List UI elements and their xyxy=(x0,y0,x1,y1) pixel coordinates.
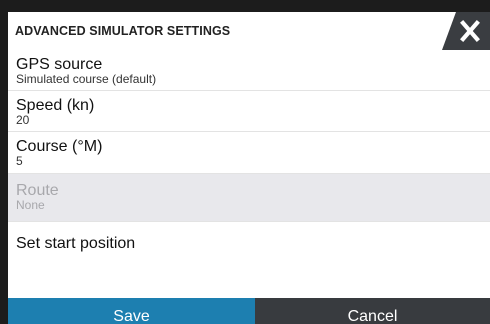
setting-label: Speed (kn) xyxy=(16,97,95,114)
setting-value: 20 xyxy=(16,113,30,127)
dialog-header: ADVANCED SIMULATOR SETTINGS xyxy=(8,12,490,50)
setting-value: 5 xyxy=(16,154,23,168)
close-button[interactable] xyxy=(442,12,490,50)
setting-value: None xyxy=(16,198,45,212)
setting-label: Course (°M) xyxy=(16,138,103,155)
close-icon xyxy=(442,12,490,50)
dialog-title: ADVANCED SIMULATOR SETTINGS xyxy=(15,24,231,38)
setting-label: Set start position xyxy=(16,235,136,252)
setting-course[interactable]: Course (°M) 5 xyxy=(8,132,490,174)
setting-label: GPS source xyxy=(16,56,103,73)
cancel-button[interactable]: Cancel xyxy=(255,298,490,324)
advanced-simulator-settings-dialog: ADVANCED SIMULATOR SETTINGS GPS source S… xyxy=(8,12,490,324)
dialog-footer: Save Cancel xyxy=(8,298,490,324)
setting-label: Route xyxy=(16,182,59,199)
setting-route: Route None xyxy=(8,174,490,222)
setting-value: Simulated course (default) xyxy=(16,72,157,86)
setting-set-start-position[interactable]: Set start position xyxy=(8,222,490,264)
setting-speed[interactable]: Speed (kn) 20 xyxy=(8,91,490,132)
settings-list: GPS source Simulated course (default) Sp… xyxy=(8,50,490,264)
save-button[interactable]: Save xyxy=(8,298,255,324)
setting-gps-source[interactable]: GPS source Simulated course (default) xyxy=(8,50,490,91)
